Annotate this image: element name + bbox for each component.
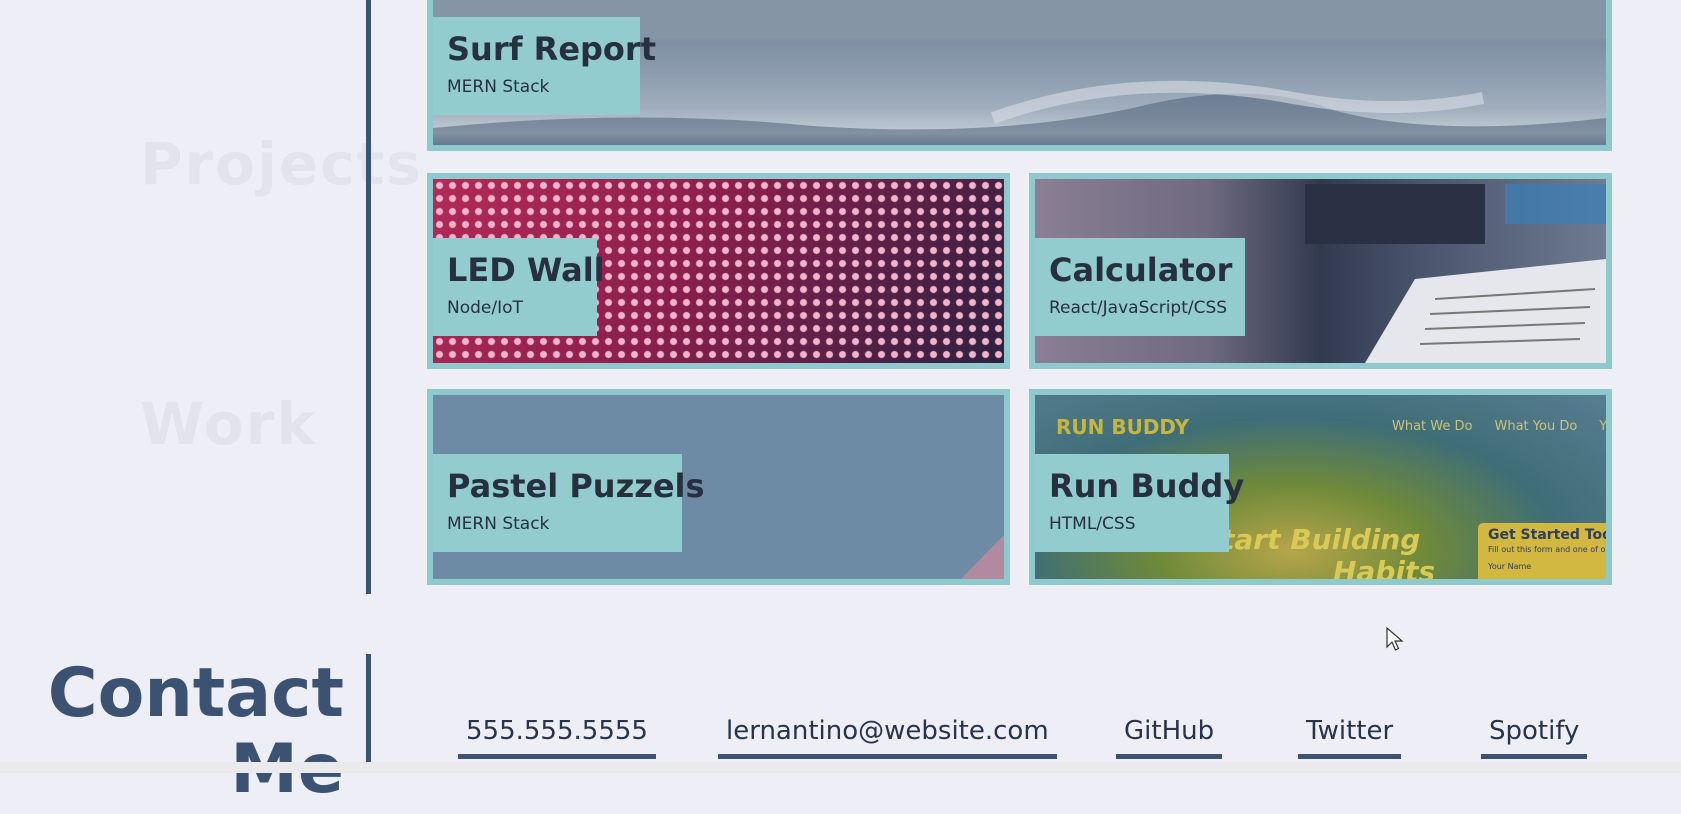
faint-background-text: Projects (140, 130, 423, 198)
page-bottom-edge (0, 762, 1681, 773)
run-buddy-hero-text: Habits (1333, 555, 1436, 585)
project-tag: Calculator React/JavaScript/CSS (1035, 238, 1245, 336)
project-card-run-buddy[interactable]: RUN BUDDY What We Do What You Do Yo tart B… (1029, 389, 1612, 585)
project-tag: LED Wall Node/IoT (433, 238, 605, 336)
project-title: Surf Report (447, 30, 656, 68)
project-tag: Surf Report MERN Stack (433, 17, 656, 115)
faint-background-text: Work (140, 390, 317, 458)
project-title: LED Wall (447, 251, 605, 289)
run-buddy-hero-text: tart Building (1221, 523, 1421, 556)
run-buddy-cta: Get Started Today Fill out this form and… (1478, 523, 1612, 579)
project-stack: MERN Stack (447, 77, 550, 97)
contact-phone-link[interactable]: 555.555.5555 (458, 716, 656, 759)
project-card-surf-report[interactable]: Surf Report MERN Stack (427, 0, 1612, 151)
run-buddy-cta-text: Fill out this form and one of o (1488, 545, 1606, 554)
run-buddy-nav: What We Do What You Do Yo (1392, 419, 1606, 434)
run-buddy-nav-item: Yo (1599, 419, 1606, 434)
project-tag: Pastel Puzzels MERN Stack (433, 454, 705, 552)
project-tag: Run Buddy HTML/CSS (1035, 454, 1245, 552)
contact-twitter-link[interactable]: Twitter (1298, 716, 1402, 759)
section-divider (366, 654, 371, 764)
project-stack: HTML/CSS (1049, 514, 1136, 534)
project-stack: React/JavaScript/CSS (1049, 298, 1228, 318)
project-stack: Node/IoT (447, 298, 523, 318)
contact-heading: Contact (47, 654, 344, 733)
run-buddy-cta-title: Get Started Today (1488, 527, 1612, 543)
run-buddy-cta-field: Your Name (1488, 562, 1532, 571)
project-stack: MERN Stack (447, 514, 550, 534)
run-buddy-nav-item: What You Do (1494, 419, 1578, 434)
project-card-pastel-puzzels[interactable]: Pastel Puzzels MERN Stack (427, 389, 1010, 585)
project-card-calculator[interactable]: Calculator React/JavaScript/CSS (1029, 173, 1612, 369)
project-title: Run Buddy (1049, 467, 1245, 505)
run-buddy-nav-item: What We Do (1392, 419, 1473, 434)
contact-github-link[interactable]: GitHub (1116, 716, 1223, 759)
run-buddy-logo: RUN BUDDY (1056, 415, 1190, 439)
section-divider (366, 0, 371, 594)
pointer-arrow-icon (1386, 627, 1404, 651)
contact-email-link[interactable]: lernantino@website.com (718, 716, 1057, 759)
project-card-led-wall[interactable]: LED Wall Node/IoT (427, 173, 1010, 369)
project-title: Pastel Puzzels (447, 467, 705, 505)
project-title: Calculator (1049, 251, 1233, 289)
contact-spotify-link[interactable]: Spotify (1481, 716, 1588, 759)
